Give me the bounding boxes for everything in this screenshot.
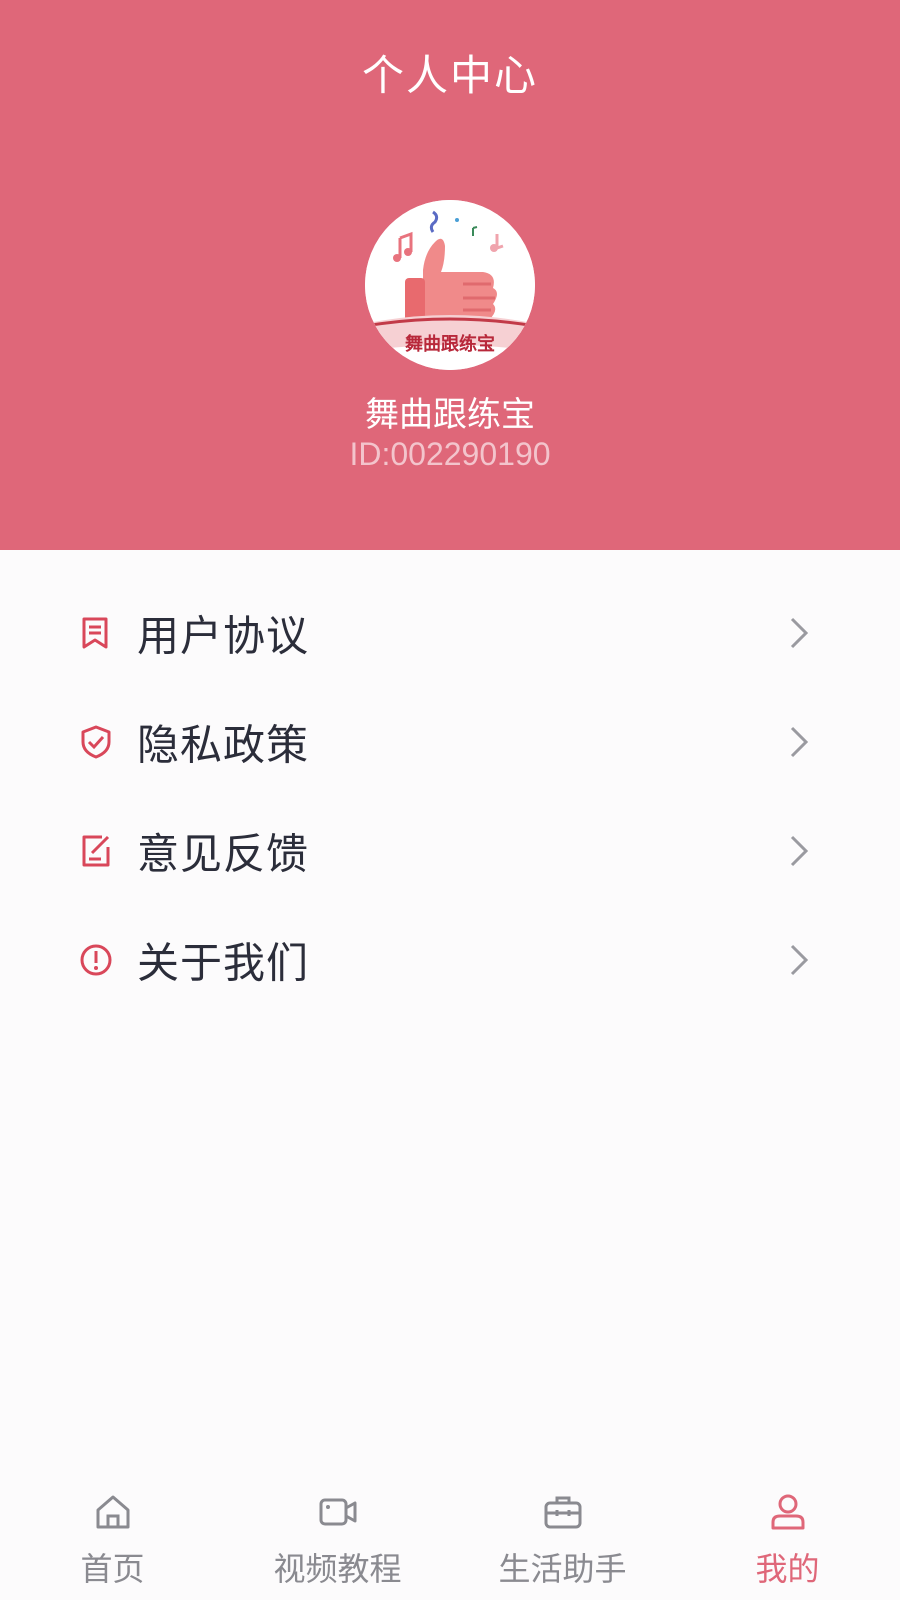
tab-home[interactable]: 首页 [0,1470,225,1600]
feedback-icon [78,833,114,869]
tab-life-assistant[interactable]: 生活助手 [450,1470,675,1600]
menu-item-label: 用户协议 [137,611,310,660]
tab-mine[interactable]: 我的 [675,1470,900,1600]
settings-menu: 用户协议 隐私政策 意见反馈 关于我们 [0,578,900,1014]
tab-label: 视频教程 [273,1550,402,1588]
video-icon [318,1492,358,1532]
app-name: 舞曲跟练宝 [365,395,535,435]
bottom-tab-bar: 首页 视频教程 生活助手 我的 [0,1470,900,1600]
tab-label: 首页 [80,1550,145,1588]
tab-video-tutorials[interactable]: 视频教程 [225,1470,450,1600]
menu-item-user-agreement[interactable]: 用户协议 [0,578,900,687]
menu-item-label: 关于我们 [137,938,310,987]
chevron-right-icon [788,615,812,651]
home-icon [93,1492,133,1532]
tab-label: 我的 [755,1550,820,1588]
menu-item-about-us[interactable]: 关于我们 [0,905,900,1014]
user-icon [768,1492,808,1532]
shield-icon [78,724,114,760]
menu-item-label: 意见反馈 [137,829,310,878]
chevron-right-icon [788,942,812,978]
tab-label: 生活助手 [498,1550,627,1588]
user-id: ID:002290190 [349,436,551,472]
profile-header: 个人中心 舞曲跟练宝 舞曲跟练宝 ID:002290190 [0,0,900,550]
thumbs-up-logo: 舞曲跟练宝 [365,200,535,370]
avatar[interactable]: 舞曲跟练宝 [365,200,535,370]
menu-item-privacy-policy[interactable]: 隐私政策 [0,687,900,796]
briefcase-icon [543,1492,583,1532]
info-icon [78,942,114,978]
menu-item-label: 隐私政策 [137,720,310,769]
document-icon [78,615,114,651]
profile-screen: 个人中心 舞曲跟练宝 舞曲跟练宝 ID:002290190 用户协议 隐私政策 … [0,0,900,1600]
avatar-text: 舞曲跟练宝 [405,333,495,355]
menu-item-feedback[interactable]: 意见反馈 [0,796,900,905]
chevron-right-icon [788,833,812,869]
chevron-right-icon [788,724,812,760]
page-title: 个人中心 [361,51,538,100]
